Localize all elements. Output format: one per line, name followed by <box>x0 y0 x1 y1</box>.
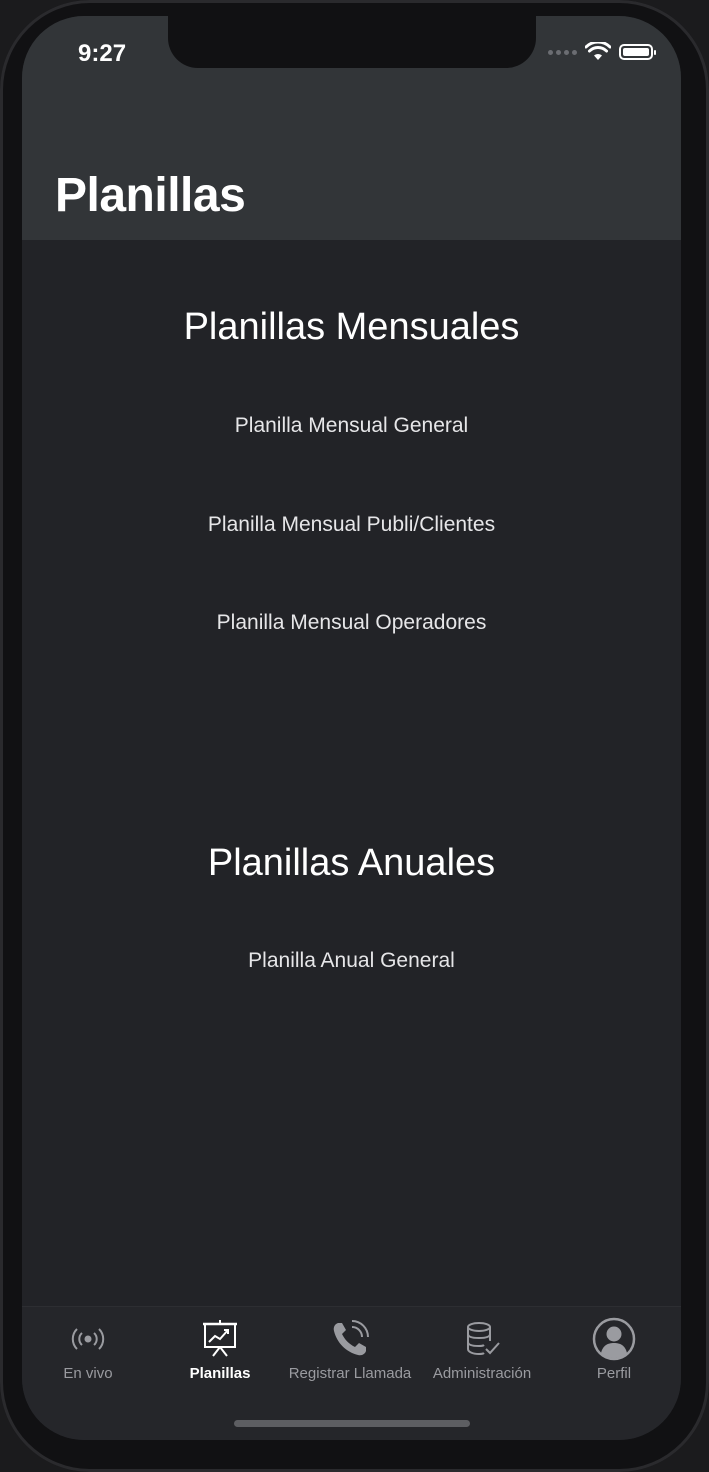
tab-administracion[interactable]: Administración <box>420 1307 544 1407</box>
tab-registrar-llamada[interactable]: Registrar Llamada <box>286 1307 414 1407</box>
section-title-monthly: Planillas Mensuales <box>183 306 520 348</box>
home-indicator[interactable] <box>234 1420 470 1427</box>
section-title-annual: Planillas Anuales <box>207 842 496 884</box>
user-circle-icon <box>592 1317 636 1361</box>
tab-label: Administración <box>432 1365 532 1382</box>
app-screen: 9:27 Planillas Planillas Mensuales Plani… <box>22 16 681 1440</box>
page-title: Planillas <box>55 169 246 222</box>
battery-icon <box>619 44 656 60</box>
tab-planillas[interactable]: Planillas <box>164 1307 276 1407</box>
status-icons <box>548 42 656 62</box>
report-link-monthly-publi-clientes[interactable]: Planilla Mensual Publi/Clientes <box>22 513 681 537</box>
broadcast-icon <box>71 1328 105 1350</box>
device-notch <box>168 16 536 68</box>
report-link-monthly-operadores[interactable]: Planilla Mensual Operadores <box>22 611 681 635</box>
cellular-signal-icon <box>548 49 577 55</box>
status-time: 9:27 <box>78 40 127 67</box>
tab-label: Registrar Llamada <box>288 1365 412 1382</box>
presentation-chart-icon <box>203 1320 237 1357</box>
tab-label: En vivo <box>63 1365 113 1382</box>
tab-en-vivo[interactable]: En vivo <box>32 1307 144 1407</box>
phone-call-icon <box>333 1320 369 1356</box>
device-frame: 9:27 Planillas Planillas Mensuales Plani… <box>0 0 709 1472</box>
report-link-annual-general[interactable]: Planilla Anual General <box>22 949 681 973</box>
database-check-icon <box>467 1322 500 1356</box>
tab-label: Planillas <box>189 1365 251 1382</box>
wifi-icon <box>585 42 611 60</box>
tab-label: Perfil <box>596 1365 632 1382</box>
report-link-monthly-general[interactable]: Planilla Mensual General <box>22 414 681 438</box>
tab-perfil[interactable]: Perfil <box>560 1307 668 1407</box>
